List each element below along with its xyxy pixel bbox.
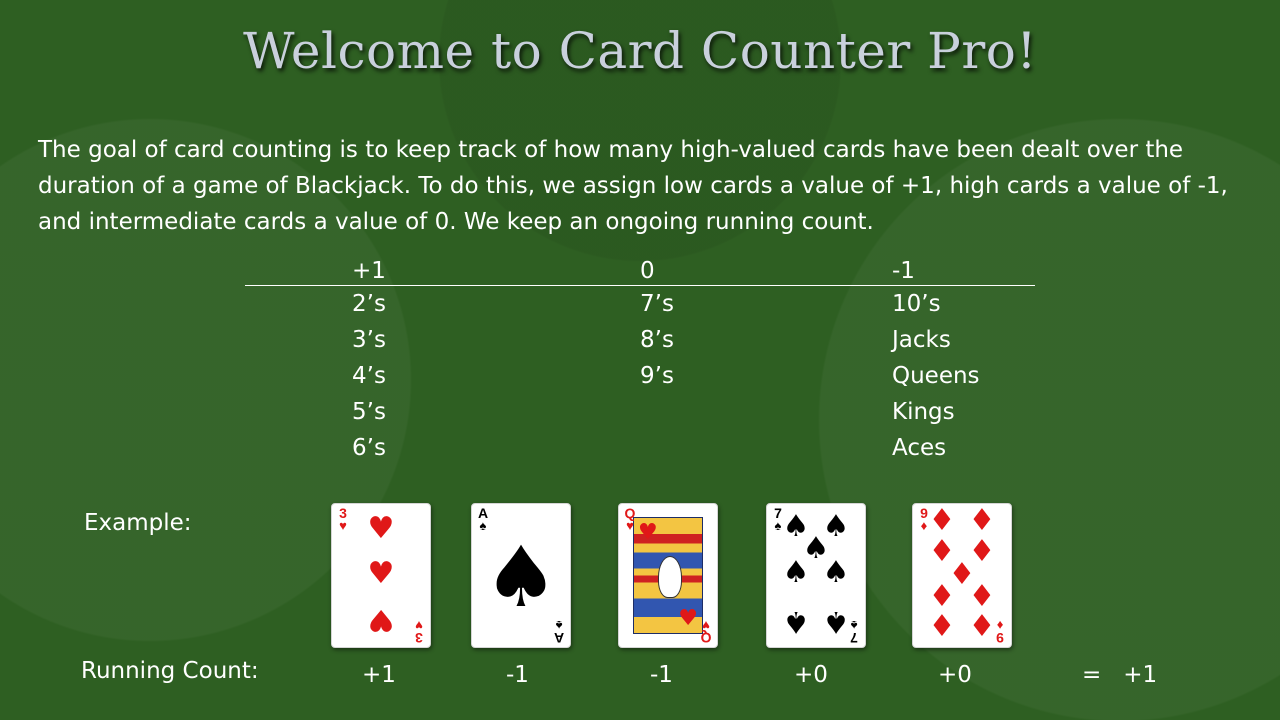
running-count-value: +0	[794, 662, 828, 688]
playing-card-7-spades: 7 ♠ ♠ ♠ ♠ ♠ ♠ ♠ ♠ 7 ♠	[766, 503, 866, 648]
heart-icon: ♥	[638, 520, 658, 545]
count-values-table: +1 0 -1 2’s 3’s 4’s 5’s 6’s 7’s 8’s 9’s …	[245, 253, 1035, 461]
table-cell: 4’s	[352, 363, 386, 389]
running-count-value: -1	[506, 662, 529, 688]
example-label: Example:	[84, 510, 192, 536]
table-cell: 7’s	[640, 291, 674, 317]
intro-paragraph: The goal of card counting is to keep tra…	[38, 137, 1228, 235]
running-count-value: -1	[650, 662, 673, 688]
spade-icon: ♠	[822, 555, 850, 590]
card-rank: 7	[850, 630, 858, 646]
running-count-label: Running Count:	[81, 658, 259, 684]
diamond-icon: ♦	[928, 609, 956, 644]
queen-portrait-icon: ♥ ♥	[633, 517, 703, 634]
table-cell: 9’s	[640, 363, 674, 389]
header-minus-one: -1	[892, 258, 915, 284]
column-minus-one: 10’s Jacks Queens Kings Aces	[892, 286, 980, 466]
diamond-icon: ♦	[968, 503, 996, 538]
card-corner: Q ♥	[623, 506, 637, 532]
running-count-value: +0	[938, 662, 972, 688]
card-rank: 3	[415, 630, 423, 646]
table-cell: 5’s	[352, 399, 386, 425]
table-cell: 3’s	[352, 327, 386, 353]
playing-card-queen-hearts: ♥ ♥ Q ♥ Q ♥	[618, 503, 718, 648]
heart-icon: ♥	[678, 606, 698, 631]
diamond-icon: ♦	[968, 579, 996, 614]
diamond-icon: ♦	[928, 579, 956, 614]
diamond-icon: ♦	[928, 503, 956, 538]
table-header: +1 0 -1	[245, 253, 1035, 286]
playing-card-9-diamonds: 9 ♦ ♦ ♦ ♦ ♦ ♦ ♦ ♦ ♦ ♦ 9 ♦	[912, 503, 1012, 648]
card-corner: Q ♥	[699, 618, 713, 646]
column-zero: 7’s 8’s 9’s	[640, 286, 674, 394]
table-cell: 6’s	[352, 435, 386, 461]
card-corner: 7 ♠	[847, 618, 861, 646]
running-count-value: +1	[362, 662, 396, 688]
playing-card-ace-spades: A ♠ ♠ A ♠	[471, 503, 571, 648]
heart-icon: ♥	[367, 602, 395, 637]
card-corner: 3 ♥	[336, 506, 350, 532]
table-cell: Aces	[892, 435, 947, 461]
table-cell: Queens	[892, 363, 980, 389]
heart-icon: ♥	[339, 518, 347, 533]
running-count-total: = +1	[1082, 662, 1158, 688]
heart-icon: ♥	[367, 511, 395, 546]
table-cell: Jacks	[892, 327, 951, 353]
table-cell: Kings	[892, 399, 955, 425]
heart-icon: ♥	[415, 618, 423, 633]
card-rank: 9	[996, 630, 1004, 646]
card-rank: Q	[700, 630, 712, 646]
card-rank: A	[553, 630, 565, 646]
header-zero: 0	[640, 258, 655, 284]
queen-face	[658, 556, 682, 598]
card-corner: 3 ♥	[412, 618, 426, 646]
table-cell: 8’s	[640, 327, 674, 353]
column-plus-one: 2’s 3’s 4’s 5’s 6’s	[352, 286, 386, 466]
spade-icon: ♠	[483, 528, 559, 626]
spade-icon: ♠	[782, 604, 810, 639]
table-cell: 2’s	[352, 291, 386, 317]
header-plus-one: +1	[352, 258, 386, 284]
card-corner: 9 ♦	[993, 618, 1007, 646]
playing-card-3-hearts: 3 ♥ ♥ ♥ ♥ 3 ♥	[331, 503, 431, 648]
heart-icon: ♥	[367, 556, 395, 591]
card-corner: A ♠	[552, 618, 566, 646]
table-cell: 10’s	[892, 291, 941, 317]
spade-icon: ♠	[782, 555, 810, 590]
page-title: Welcome to Card Counter Pro!	[243, 22, 1037, 80]
